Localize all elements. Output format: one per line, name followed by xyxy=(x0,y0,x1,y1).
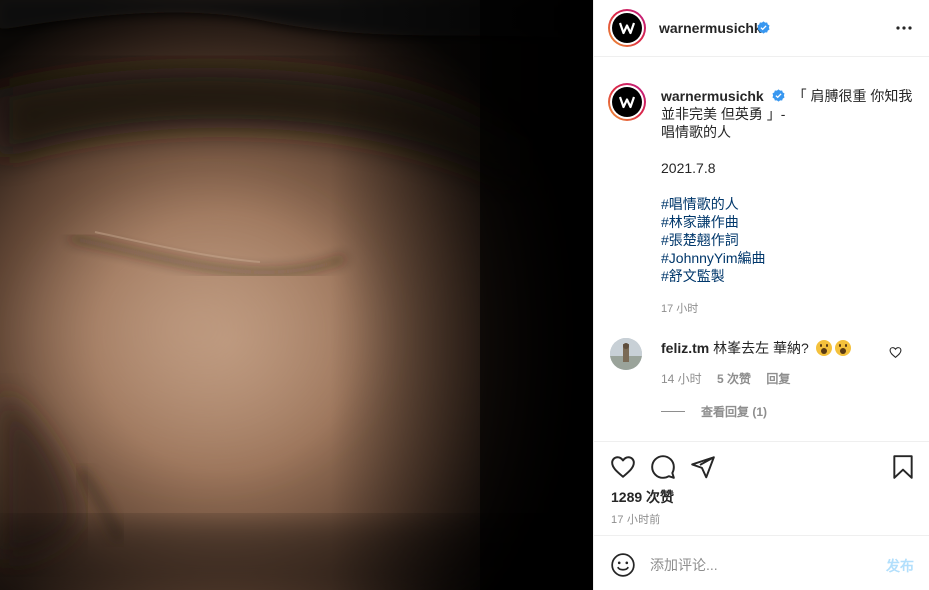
comment-body: 林峯去左 華納? xyxy=(713,340,809,356)
more-options-button[interactable] xyxy=(894,18,914,38)
verified-badge-icon xyxy=(772,89,785,102)
caption-line: 「 肩膊很重 你知我 xyxy=(792,88,913,104)
heart-icon[interactable] xyxy=(610,454,636,480)
verified-badge-icon xyxy=(757,21,770,34)
smile-icon[interactable] xyxy=(610,552,636,578)
post-timestamp[interactable]: 17 小时前 xyxy=(611,511,661,527)
reply-button[interactable]: 回复 xyxy=(766,372,790,386)
comment-text: feliz.tm 林峯去左 華納? xyxy=(661,339,851,357)
author-username[interactable]: warnermusichk xyxy=(659,20,762,36)
paper-plane-icon[interactable] xyxy=(690,454,716,480)
astonished-emoji-icon xyxy=(815,340,832,356)
caption-author-avatar[interactable] xyxy=(608,83,646,121)
comment-input[interactable] xyxy=(650,554,870,576)
warner-logo-icon xyxy=(618,22,636,35)
hashtag-link[interactable]: #張楚翹作詞 xyxy=(661,231,916,249)
hashtag-link[interactable]: #JohnnyYim編曲 xyxy=(661,249,916,267)
caption-line: 並非完美 但英勇 」- xyxy=(661,106,786,122)
warner-logo-icon xyxy=(618,96,636,109)
caption-username[interactable]: warnermusichk xyxy=(661,88,764,104)
hashtag-link[interactable]: #唱情歌的人 xyxy=(661,195,916,213)
post-header: warnermusichk xyxy=(594,0,929,57)
hashtag-link[interactable]: #林家謙作曲 xyxy=(661,213,916,231)
comment-bubble-icon[interactable] xyxy=(650,454,676,480)
astonished-emoji-icon xyxy=(834,340,851,356)
likes-count[interactable]: 1289 次赞 xyxy=(611,487,674,507)
post-photo-face xyxy=(0,0,593,590)
comment-timestamp[interactable]: 14 小时 xyxy=(661,372,702,386)
post-actions xyxy=(594,441,929,491)
bookmark-icon[interactable] xyxy=(890,454,916,480)
view-replies-button[interactable]: 查看回复 (1) xyxy=(661,403,767,420)
hashtag-list: #唱情歌的人 #林家謙作曲 #張楚翹作詞 #JohnnyYim編曲 #舒文監製 xyxy=(661,195,916,285)
caption-line: 唱情歌的人 xyxy=(661,124,731,140)
post-comment-button[interactable]: 发布 xyxy=(886,556,914,576)
comment-like-heart-icon[interactable] xyxy=(889,346,902,359)
comment-likes-count[interactable]: 5 次赞 xyxy=(717,372,751,386)
add-comment-bar: 发布 xyxy=(594,535,929,590)
commenter-photo xyxy=(610,338,642,370)
more-horizontal-icon xyxy=(896,26,912,30)
comment-meta: 14 小时 5 次赞 回复 xyxy=(661,370,802,387)
author-avatar[interactable] xyxy=(608,9,646,47)
caption-date: 2021.7.8 xyxy=(661,160,716,176)
divider xyxy=(661,411,685,412)
caption-timestamp[interactable]: 17 小时 xyxy=(661,300,698,316)
view-replies-label: 查看回复 (1) xyxy=(701,405,768,419)
post-sidebar: warnermusichk warnermusichk 「 肩膊很重 你知我 並… xyxy=(593,0,929,590)
post-image[interactable] xyxy=(0,0,593,590)
commenter-avatar[interactable] xyxy=(610,338,642,370)
caption-text: warnermusichk 「 肩膊很重 你知我 並非完美 但英勇 」- 唱情歌… xyxy=(661,87,916,285)
hashtag-link[interactable]: #舒文監製 xyxy=(661,267,916,285)
commenter-username[interactable]: feliz.tm xyxy=(661,340,709,356)
